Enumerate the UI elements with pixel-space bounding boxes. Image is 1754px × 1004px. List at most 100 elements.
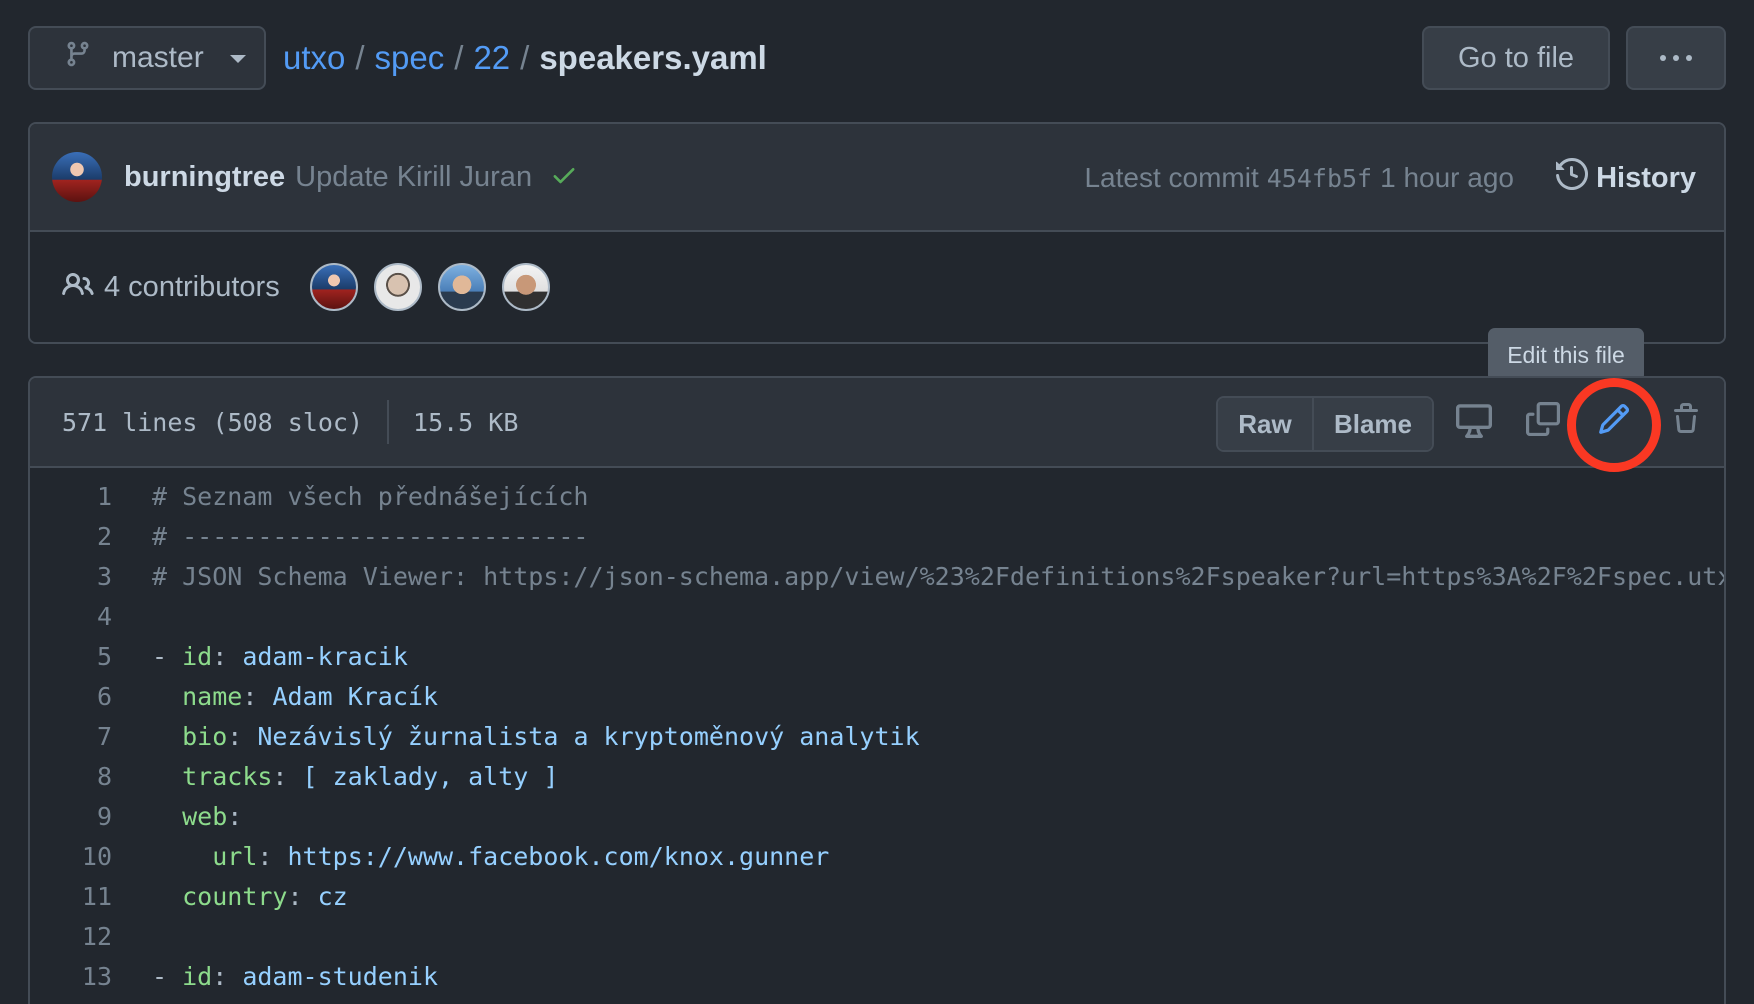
breadcrumb-current-file: speakers.yaml bbox=[539, 39, 767, 76]
contributor-avatar[interactable] bbox=[309, 263, 358, 311]
breadcrumb-repo-link[interactable]: utxo bbox=[283, 39, 345, 77]
contributor-avatar[interactable] bbox=[501, 263, 550, 311]
contributor-avatar[interactable] bbox=[373, 263, 422, 311]
code-line: 5 - id: adam-kracik bbox=[30, 636, 1724, 676]
code-token: name bbox=[182, 681, 243, 711]
code-text: bio: Nezávislý žurnalista a kryptoměnový… bbox=[152, 722, 920, 751]
commit-hash-link[interactable]: 454fb5f bbox=[1267, 164, 1372, 193]
code-token: : bbox=[212, 641, 243, 671]
code-line: 7 bio: Nezávislý žurnalista a kryptoměno… bbox=[30, 716, 1724, 756]
code-line: 13 - id: adam-studenik bbox=[30, 956, 1724, 996]
raw-button[interactable]: Raw bbox=[1218, 398, 1314, 450]
code-line: 9 web: bbox=[30, 796, 1724, 836]
check-icon[interactable] bbox=[550, 161, 578, 194]
line-number[interactable]: 2 bbox=[30, 522, 112, 551]
contributors-row: 4 contributors bbox=[30, 232, 1724, 342]
commit-time: 1 hour ago bbox=[1380, 162, 1514, 193]
code-token: - bbox=[152, 641, 183, 671]
line-number[interactable]: 12 bbox=[30, 922, 112, 951]
line-number[interactable]: 13 bbox=[30, 962, 112, 991]
file-header: 571 lines (508 sloc) 15.5 KB Raw Blame bbox=[30, 378, 1724, 472]
line-number[interactable]: 1 bbox=[30, 482, 112, 511]
code-token: : bbox=[272, 761, 303, 791]
copy-icon[interactable] bbox=[1526, 402, 1560, 441]
contributor-avatars bbox=[309, 263, 550, 311]
latest-commit-label: Latest commit bbox=[1084, 162, 1259, 193]
author-avatar[interactable] bbox=[52, 152, 102, 202]
code-view: 1 # Seznam všech přednášejících 2 # -------… bbox=[30, 468, 1724, 1004]
breadcrumb-separator: / bbox=[355, 39, 365, 76]
code-text: name: Adam Kracík bbox=[152, 682, 438, 711]
code-line: 10 url: https://www.facebook.com/knox.gu… bbox=[30, 836, 1724, 876]
people-icon bbox=[62, 269, 94, 306]
more-options-button[interactable] bbox=[1626, 26, 1726, 90]
breadcrumb-separator: / bbox=[454, 39, 464, 76]
file-lines-info: 571 lines (508 sloc) bbox=[62, 407, 364, 437]
code-token: cz bbox=[317, 881, 348, 911]
code-token: - bbox=[152, 961, 183, 991]
code-token: url bbox=[212, 841, 258, 871]
desktop-icon[interactable] bbox=[1456, 402, 1492, 443]
code-line: 4 bbox=[30, 596, 1724, 636]
code-text: # Seznam všech přednášejících bbox=[152, 482, 589, 511]
line-number[interactable]: 9 bbox=[30, 802, 112, 831]
line-number[interactable]: 7 bbox=[30, 722, 112, 751]
code-token: : bbox=[257, 841, 288, 871]
breadcrumb-22-link[interactable]: 22 bbox=[473, 39, 510, 77]
line-number[interactable]: 10 bbox=[30, 842, 112, 871]
commit-author-link[interactable]: burningtree bbox=[124, 161, 285, 194]
code-token: tracks bbox=[182, 761, 273, 791]
code-token: # Seznam všech přednášejících bbox=[152, 481, 589, 511]
code-token: : bbox=[227, 721, 258, 751]
contributor-avatar[interactable] bbox=[437, 263, 486, 311]
code-token: : bbox=[242, 681, 273, 711]
line-number[interactable]: 8 bbox=[30, 762, 112, 791]
code-text: url: https://www.facebook.com/knox.gunne… bbox=[152, 842, 829, 871]
breadcrumb-spec-link[interactable]: spec bbox=[375, 39, 445, 77]
code-text: # JSON Schema Viewer: https://json-schem… bbox=[152, 562, 1724, 591]
code-line: 2 # --------------------------- bbox=[30, 516, 1724, 556]
breadcrumb: utxo / spec / 22 / speakers.yaml bbox=[283, 26, 767, 90]
divider bbox=[387, 400, 390, 444]
history-icon bbox=[1556, 157, 1589, 198]
line-number[interactable]: 4 bbox=[30, 602, 112, 631]
line-number[interactable]: 11 bbox=[30, 882, 112, 911]
code-token: # --------------------------- bbox=[152, 521, 589, 551]
code-text: - id: adam-studenik bbox=[152, 962, 438, 991]
code-token: country bbox=[182, 881, 288, 911]
code-token: : bbox=[212, 961, 243, 991]
line-number[interactable]: 5 bbox=[30, 642, 112, 671]
history-link[interactable]: History bbox=[1556, 124, 1696, 232]
commit-meta: Latest commit 454fb5f 1 hour ago bbox=[1084, 124, 1514, 232]
code-line: 11 country: cz bbox=[30, 876, 1724, 916]
contributors-link[interactable]: 4 contributors bbox=[104, 271, 280, 304]
breadcrumb-separator: / bbox=[520, 39, 530, 76]
line-number[interactable]: 3 bbox=[30, 562, 112, 591]
file-navigation: master utxo / spec / 22 / speakers.yaml … bbox=[28, 26, 1726, 90]
kebab-horizontal-icon bbox=[1660, 55, 1692, 61]
go-to-file-button[interactable]: Go to file bbox=[1422, 26, 1610, 90]
line-number[interactable]: 6 bbox=[30, 682, 112, 711]
code-token: Adam Kracík bbox=[272, 681, 439, 711]
code-text: - id: adam-kracik bbox=[152, 642, 408, 671]
trash-icon[interactable] bbox=[1670, 402, 1702, 441]
commit-message-link[interactable]: Update Kirill Juran bbox=[295, 161, 532, 194]
blame-button[interactable]: Blame bbox=[1314, 398, 1432, 450]
caret-down-icon bbox=[229, 55, 246, 63]
code-token: id bbox=[182, 961, 213, 991]
file-size: 15.5 KB bbox=[413, 407, 519, 437]
code-text: country: cz bbox=[152, 882, 348, 911]
history-label: History bbox=[1596, 161, 1696, 194]
code-text: # --------------------------- bbox=[152, 522, 589, 551]
code-token: web bbox=[182, 801, 228, 831]
code-token: bio bbox=[182, 721, 228, 751]
code-line: 3 # JSON Schema Viewer: https://json-sche… bbox=[30, 556, 1724, 596]
latest-commit-row: burningtree Update Kirill Juran Latest c… bbox=[30, 124, 1724, 232]
code-token: adam-studenik bbox=[242, 961, 438, 991]
branch-selector-button[interactable]: master bbox=[28, 26, 266, 90]
raw-blame-group: Raw Blame bbox=[1216, 396, 1434, 452]
